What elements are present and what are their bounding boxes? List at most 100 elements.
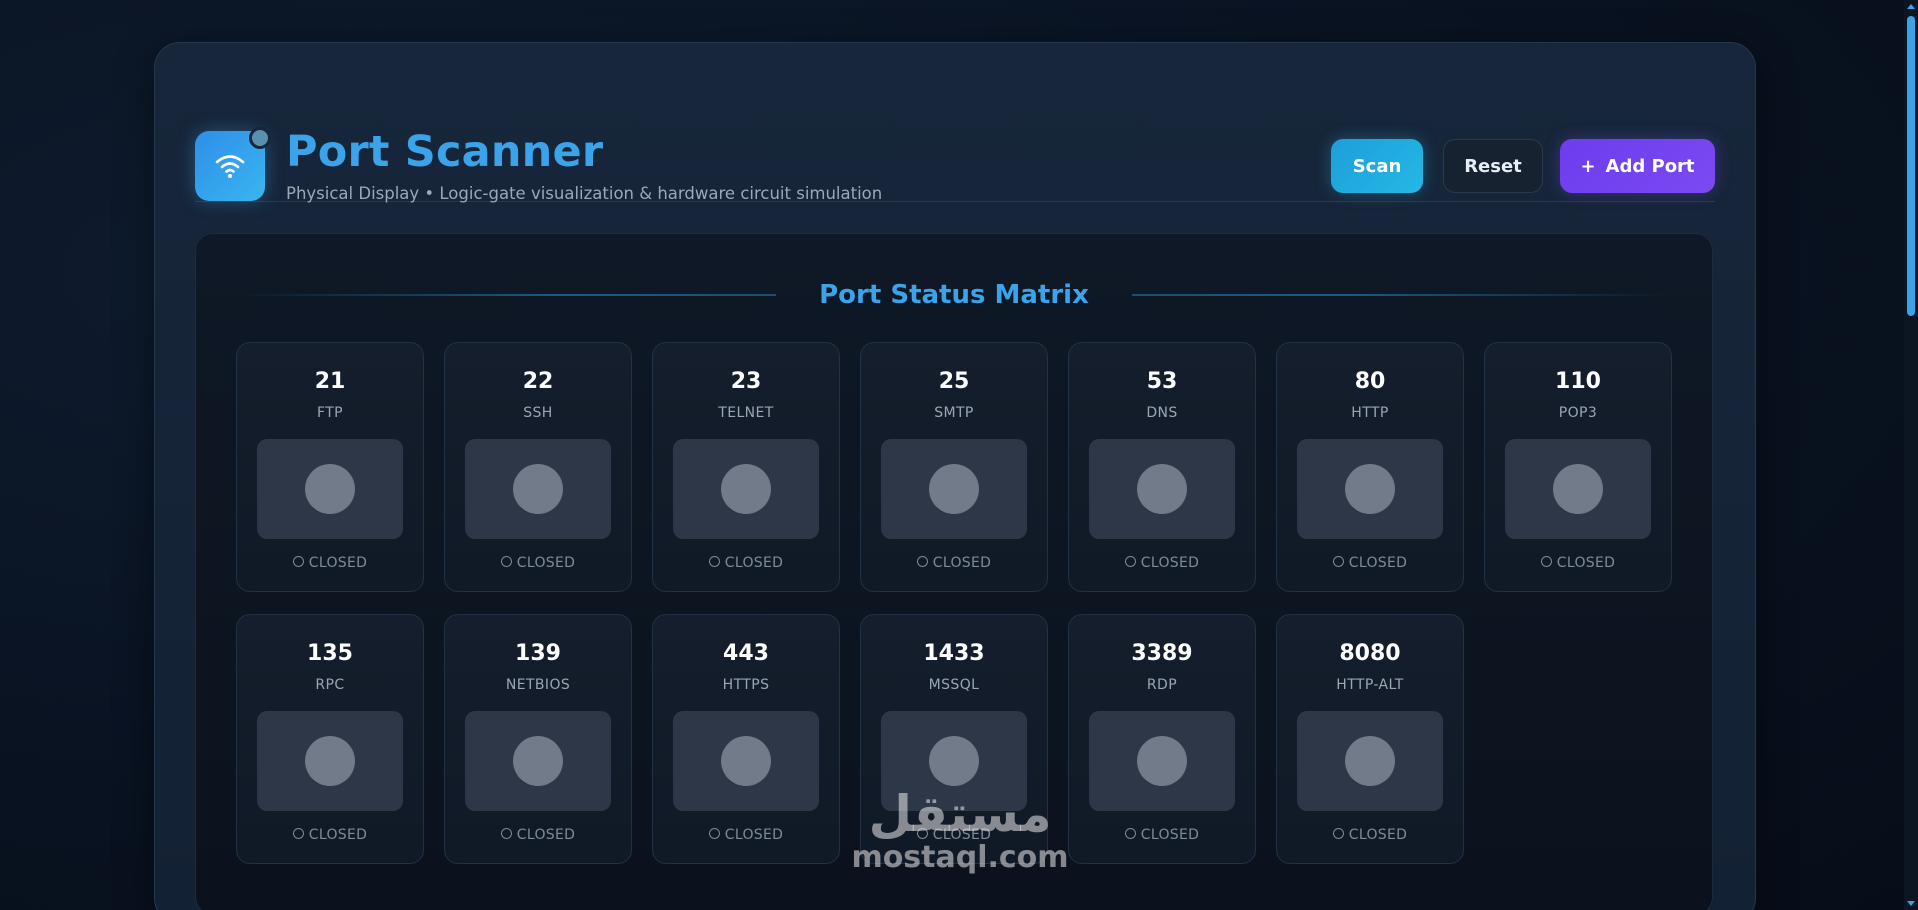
page-title: Port Scanner [286,127,604,177]
port-card[interactable]: 1433 MSSQL CLOSED [860,614,1048,864]
port-status-label: CLOSED [932,555,992,571]
port-card[interactable]: 135 RPC CLOSED [236,614,424,864]
scan-button[interactable]: Scan [1331,139,1423,193]
port-number: 3389 [1131,641,1193,666]
port-led-panel [465,711,611,811]
port-status: CLOSED [237,555,423,571]
port-led-panel [881,711,1027,811]
port-status: CLOSED [1485,555,1671,571]
port-led-panel [673,711,819,811]
port-number: 22 [522,369,554,394]
port-card[interactable]: 25 SMTP CLOSED [860,342,1048,592]
port-card[interactable]: 80 HTTP CLOSED [1276,342,1464,592]
port-status-label: CLOSED [1140,555,1200,571]
port-led-panel [465,439,611,539]
header: Port Scanner Physical Display • Logic-ga… [195,87,1715,203]
port-service: NETBIOS [505,677,571,693]
port-status: CLOSED [445,827,631,843]
port-led-icon [929,736,979,786]
reset-button[interactable]: Reset [1443,139,1543,193]
app-container: Port Scanner Physical Display • Logic-ga… [154,42,1756,910]
matrix-heading: Port Status Matrix [236,280,1672,310]
port-status: CLOSED [237,827,423,843]
port-number: 80 [1354,369,1386,394]
port-led-icon [1137,736,1187,786]
circle-icon [500,556,512,567]
port-card[interactable]: 22 SSH CLOSED [444,342,632,592]
port-status-label: CLOSED [1556,555,1616,571]
port-led-icon [721,464,771,514]
port-status: CLOSED [653,827,839,843]
port-card[interactable]: 3389 RDP CLOSED [1068,614,1256,864]
scroll-up-icon[interactable] [1907,4,1915,9]
port-status-label: CLOSED [1348,555,1408,571]
port-service: HTTP-ALT [1336,677,1404,693]
port-number: 443 [723,641,769,666]
port-led-panel [257,711,403,811]
port-card[interactable]: 53 DNS CLOSED [1068,342,1256,592]
port-grid: 21 FTP CLOSED 22 SSH CLOSED 23 TELNET CLOSED 25 SM… [236,342,1672,864]
port-status-label: CLOSED [724,827,784,843]
port-led-icon [1553,464,1603,514]
port-card[interactable]: 8080 HTTP-ALT CLOSED [1276,614,1464,864]
port-number: 21 [314,369,346,394]
port-service: RDP [1146,677,1178,693]
port-number: 23 [730,369,762,394]
wifi-icon [215,155,245,178]
port-number: 110 [1555,369,1601,394]
port-card[interactable]: 21 FTP CLOSED [236,342,424,592]
port-number: 53 [1146,369,1178,394]
port-status: CLOSED [861,555,1047,571]
add-port-button-label: Add Port [1605,155,1695,177]
port-led-panel [1297,711,1443,811]
port-status: CLOSED [1069,827,1255,843]
port-led-panel [673,439,819,539]
port-status-label: CLOSED [932,827,992,843]
status-dot [249,127,271,149]
port-service: TELNET [718,405,774,421]
reset-button-label: Reset [1464,155,1522,177]
circle-icon [500,828,512,839]
port-card[interactable]: 23 TELNET CLOSED [652,342,840,592]
matrix-title: Port Status Matrix [819,280,1089,310]
port-led-panel [1089,711,1235,811]
port-status: CLOSED [1069,555,1255,571]
app-logo [195,127,271,201]
scrollbar-thumb[interactable] [1907,16,1915,316]
port-number: 139 [515,641,561,666]
port-card[interactable]: 443 HTTPS CLOSED [652,614,840,864]
port-service: POP3 [1558,405,1598,421]
port-led-icon [305,736,355,786]
circle-icon [1124,828,1136,839]
port-card[interactable]: 110 POP3 CLOSED [1484,342,1672,592]
port-led-panel [1089,439,1235,539]
port-led-icon [1345,464,1395,514]
circle-icon [1332,828,1344,839]
port-number: 135 [307,641,353,666]
circle-icon [1332,556,1344,567]
port-led-panel [1505,439,1651,539]
circle-icon [916,556,928,567]
scroll-down-icon[interactable] [1907,901,1915,906]
scrollbar[interactable] [1904,0,1918,910]
port-status-label: CLOSED [308,555,368,571]
circle-icon [708,556,720,567]
port-led-icon [721,736,771,786]
port-service: MSSQL [928,677,980,693]
port-service: SSH [523,405,553,421]
port-service: HTTPS [722,677,770,693]
port-led-icon [929,464,979,514]
port-card[interactable]: 139 NETBIOS CLOSED [444,614,632,864]
port-led-panel [257,439,403,539]
port-led-icon [513,736,563,786]
port-service: DNS [1146,405,1178,421]
port-status: CLOSED [1277,827,1463,843]
port-status: CLOSED [1277,555,1463,571]
port-led-panel [1297,439,1443,539]
port-status-label: CLOSED [724,555,784,571]
add-port-button[interactable]: + Add Port [1560,139,1715,193]
circle-icon [916,828,928,839]
port-service: SMTP [934,405,974,421]
port-number: 8080 [1339,641,1401,666]
port-status: CLOSED [653,555,839,571]
